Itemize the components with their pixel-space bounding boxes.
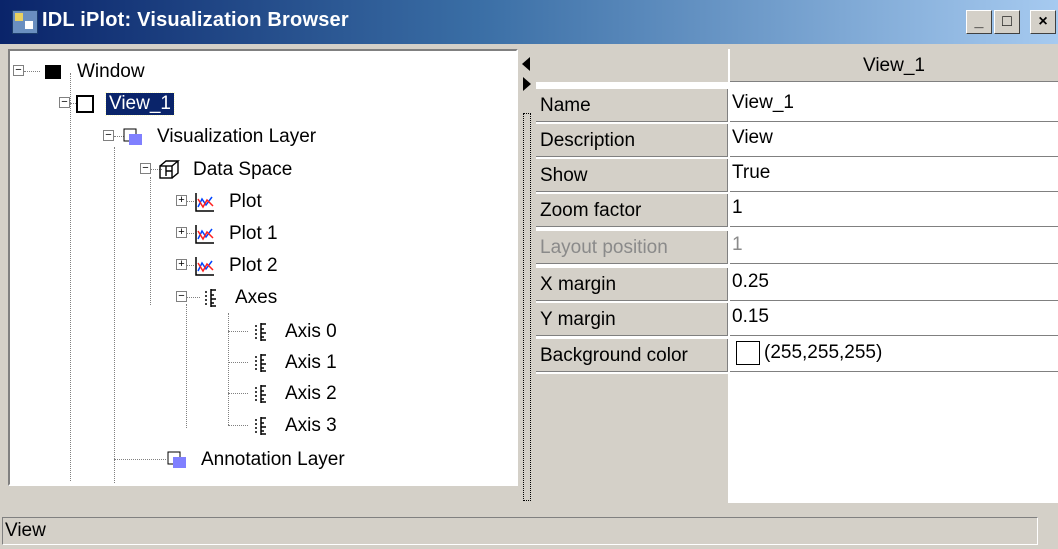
property-label-show[interactable]: Show bbox=[536, 159, 728, 192]
axes-icon bbox=[200, 287, 222, 309]
property-sheet[interactable]: View_1 Name View_1 Description View Show… bbox=[536, 49, 1058, 503]
property-value-y-margin[interactable]: 0.15 bbox=[730, 303, 1058, 336]
expand-toggle[interactable]: + bbox=[176, 259, 187, 270]
empty-label-column bbox=[536, 374, 728, 503]
property-value-show[interactable]: True bbox=[730, 159, 1058, 192]
property-value-background-color[interactable]: (255,255,255) bbox=[730, 339, 1058, 372]
expand-toggle[interactable]: + bbox=[176, 195, 187, 206]
view-icon bbox=[74, 93, 96, 115]
property-value-zoom-factor[interactable]: 1 bbox=[730, 194, 1058, 227]
tree-node-label: Visualization Layer bbox=[157, 126, 317, 147]
tree-node-label: Plot bbox=[229, 191, 262, 212]
visualization-browser-window: IDL iPlot: Visualization Browser _ □ × −… bbox=[0, 0, 1058, 549]
layer-icon bbox=[122, 126, 144, 148]
tree-node-label: Window bbox=[77, 61, 145, 82]
splitter-grip[interactable] bbox=[523, 113, 531, 501]
property-label-layout-position: Layout position bbox=[536, 231, 728, 264]
property-label-x-margin[interactable]: X margin bbox=[536, 268, 728, 301]
layer-icon bbox=[166, 449, 188, 471]
tree-node-label: Axis 1 bbox=[285, 352, 337, 373]
color-swatch[interactable] bbox=[736, 340, 760, 365]
title-bar[interactable]: IDL iPlot: Visualization Browser _ □ × bbox=[0, 0, 1058, 44]
property-label-name[interactable]: Name bbox=[536, 89, 728, 122]
tree-node-label: Axis 2 bbox=[285, 383, 337, 404]
tree-node-label: Axis 0 bbox=[285, 321, 337, 342]
collapse-toggle[interactable]: − bbox=[103, 130, 114, 141]
tree-node-visualization-layer[interactable]: Visualization Layer bbox=[122, 124, 319, 150]
visualization-tree[interactable]: − − − − + + + − Window View_1 Visualizat… bbox=[8, 49, 518, 486]
column-header[interactable]: View_1 bbox=[730, 49, 1058, 82]
axis-icon bbox=[250, 415, 272, 437]
tree-node-annotation-layer[interactable]: Annotation Layer bbox=[166, 447, 348, 473]
expand-toggle[interactable]: + bbox=[176, 227, 187, 238]
collapse-toggle[interactable]: − bbox=[176, 291, 187, 302]
property-value-layout-position: 1 bbox=[730, 231, 1058, 264]
close-button[interactable]: × bbox=[1030, 10, 1056, 34]
axis-icon bbox=[250, 383, 272, 405]
tree-node-axis-0[interactable]: Axis 0 bbox=[250, 319, 340, 345]
axis-icon bbox=[250, 321, 272, 343]
property-value-description[interactable]: View bbox=[730, 124, 1058, 157]
tree-node-label: Annotation Layer bbox=[201, 449, 345, 470]
tree-node-data-space[interactable]: Data Space bbox=[158, 157, 295, 183]
maximize-button[interactable]: □ bbox=[994, 10, 1020, 34]
property-value-x-margin[interactable]: 0.25 bbox=[730, 268, 1058, 301]
collapse-toggle[interactable]: − bbox=[59, 97, 70, 108]
tree-node-plot-1[interactable]: Plot 1 bbox=[194, 221, 281, 247]
tree-node-label: Plot 1 bbox=[229, 223, 278, 244]
axis-icon bbox=[250, 352, 272, 374]
tree-node-label: View_1 bbox=[105, 92, 175, 116]
plot-icon bbox=[194, 191, 216, 213]
collapse-toggle[interactable]: − bbox=[140, 163, 151, 174]
header-corner bbox=[536, 49, 728, 82]
tree-node-plot-2[interactable]: Plot 2 bbox=[194, 253, 281, 279]
app-icon[interactable] bbox=[12, 10, 38, 34]
collapse-left-icon[interactable] bbox=[522, 57, 530, 71]
tree-node-view[interactable]: View_1 bbox=[74, 91, 175, 117]
status-bar: View bbox=[2, 517, 1038, 545]
property-label-description[interactable]: Description bbox=[536, 124, 728, 157]
window-icon bbox=[42, 61, 64, 83]
tree-node-window[interactable]: Window bbox=[42, 59, 148, 85]
tree-node-label: Data Space bbox=[193, 159, 293, 180]
plot-icon bbox=[194, 255, 216, 277]
property-value-name[interactable]: View_1 bbox=[730, 89, 1058, 122]
tree-node-label: Axis 3 bbox=[285, 415, 337, 436]
minimize-button[interactable]: _ bbox=[966, 10, 992, 34]
tree-node-plot[interactable]: Plot bbox=[194, 189, 265, 215]
collapse-toggle[interactable]: − bbox=[13, 65, 24, 76]
tree-node-axis-1[interactable]: Axis 1 bbox=[250, 350, 340, 376]
property-label-y-margin[interactable]: Y margin bbox=[536, 303, 728, 336]
property-label-background-color[interactable]: Background color bbox=[536, 339, 728, 372]
plot-icon bbox=[194, 223, 216, 245]
tree-node-axis-2[interactable]: Axis 2 bbox=[250, 381, 340, 407]
panel-splitter[interactable] bbox=[520, 49, 534, 503]
property-label-zoom-factor[interactable]: Zoom factor bbox=[536, 194, 728, 227]
tree-node-axis-3[interactable]: Axis 3 bbox=[250, 413, 340, 439]
tree-node-axes[interactable]: Axes bbox=[200, 285, 280, 311]
tree-node-label: Axes bbox=[235, 287, 278, 308]
color-value: (255,255,255) bbox=[764, 342, 883, 363]
data-space-icon bbox=[158, 159, 180, 181]
tree-node-label: Plot 2 bbox=[229, 255, 278, 276]
window-title: IDL iPlot: Visualization Browser bbox=[42, 9, 349, 31]
collapse-right-icon[interactable] bbox=[523, 77, 531, 91]
